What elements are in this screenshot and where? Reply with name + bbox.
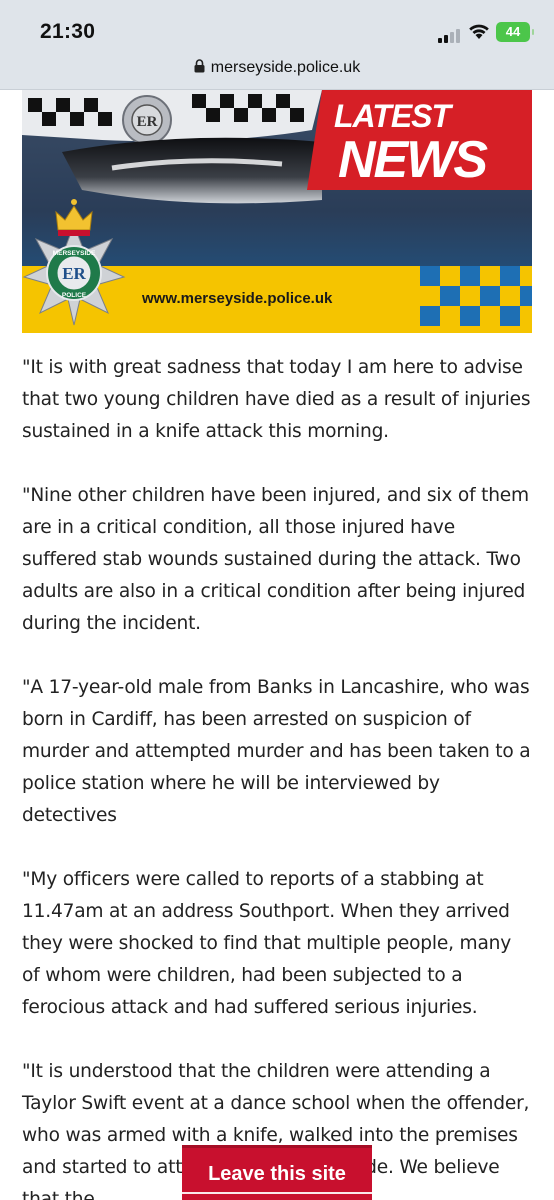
news-banner-image: ER ER MERSEYSIDE POLICE LATEST NEWS www.… <box>22 90 532 333</box>
lock-icon <box>194 59 205 73</box>
svg-text:ER: ER <box>137 114 158 130</box>
wifi-icon <box>469 24 489 39</box>
article-paragraph: "A 17-year-old male from Banks in Lancas… <box>22 677 531 826</box>
banner-website: www.merseyside.police.uk <box>142 290 333 307</box>
cellular-signal-icon <box>438 27 462 43</box>
battery-level: 44 <box>505 24 521 39</box>
battery-icon: 44 <box>496 22 534 42</box>
status-time: 21:30 <box>40 20 96 43</box>
badge-center-text: ER <box>62 264 86 283</box>
article-paragraph: "My officers were called to reports of a… <box>22 869 512 1018</box>
article-body: "It is with great sadness that today I a… <box>22 352 534 1200</box>
article-paragraph: "It is with great sadness that today I a… <box>22 357 531 442</box>
badge-bottom-text: POLICE <box>62 292 87 299</box>
leave-site-button[interactable]: Leave this site <box>182 1145 372 1200</box>
article-paragraph: "Nine other children have been injured, … <box>22 485 529 634</box>
browser-address-bar[interactable]: merseyside.police.uk <box>0 52 554 90</box>
status-bar: 21:30 44 <box>0 0 554 52</box>
badge-top-text: MERSEYSIDE <box>53 250 96 257</box>
banner-headline-news: NEWS <box>338 131 488 189</box>
url-text: merseyside.police.uk <box>210 59 361 76</box>
